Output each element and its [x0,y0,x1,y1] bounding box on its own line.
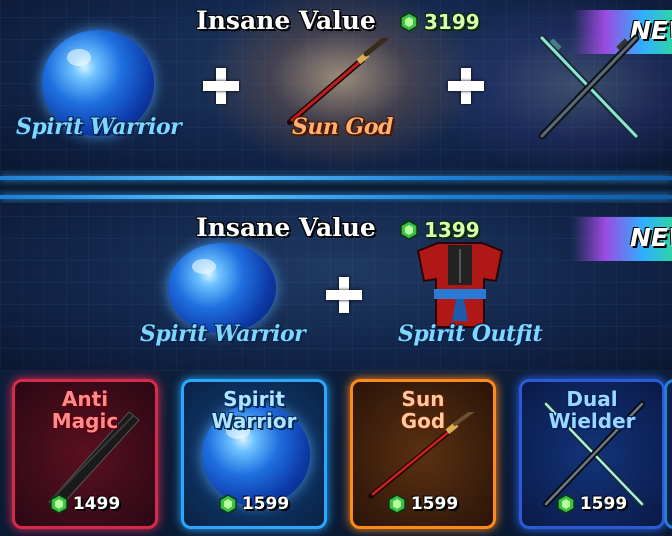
card-title: Anti Magic [15,388,155,432]
item-label-spirit-outfit: Spirit Outfit [398,321,543,347]
card-title-line: God [400,409,446,433]
card-title-line: Anti [61,387,109,411]
card-title-line: Magic [51,409,119,433]
card-title-line: Sun [401,387,445,411]
bundle-offer-2[interactable]: Insane Value 1399 NEW Spirit Warrior Spi… [0,203,672,371]
gem-icon [388,494,406,514]
card-title-line: Warrior [211,409,297,433]
item-label-spirit-warrior: Spirit Warrior [140,321,306,347]
gem-icon [400,220,418,240]
shop-card-spirit-warrior[interactable]: Spirit Warrior 1599 [181,379,327,529]
gem-icon [50,494,68,514]
gem-icon [219,494,237,514]
section-divider [0,172,672,203]
bundle-price: 3199 [400,10,480,34]
card-title: Sun God [353,388,493,432]
item-label-spirit-warrior: Spirit Warrior [16,114,182,140]
gem-icon [557,494,575,514]
divider-line [0,176,672,180]
crossed-swords-icon [538,34,640,140]
bundle-title: Insane Value [196,213,376,242]
shop-card-dual-wielder[interactable]: Dual Wielder 1599 [519,379,665,529]
card-price: 1599 [184,494,324,514]
gem-icon [400,12,418,32]
card-title-line: Dual [566,387,618,411]
card-price: 1499 [15,494,155,514]
shop-card-sun-god[interactable]: Sun God 1599 [350,379,496,529]
card-title: Dual Wielder [522,388,662,432]
new-badge: NEW [572,217,672,261]
bundle-title: Insane Value [196,6,376,35]
plus-icon [203,68,239,104]
card-title-line: Spirit [223,387,285,411]
divider-line [0,195,672,199]
card-price: 1599 [522,494,662,514]
item-label-sun-god: Sun God [292,114,393,140]
card-title: Spirit Warrior [184,388,324,432]
shop-card-partial[interactable] [664,379,672,529]
plus-icon [448,68,484,104]
shop-card-anti-magic[interactable]: Anti Magic 1499 [12,379,158,529]
card-price: 1599 [353,494,493,514]
plus-icon [326,277,362,313]
spirit-orb-icon [168,243,276,333]
red-outfit-icon [416,242,504,328]
bundle-offer-1[interactable]: Insane Value 3199 NEW Spirit Warrior Sun… [0,0,672,172]
card-title-line: Wielder [548,409,636,433]
bundle-price: 1399 [400,218,480,242]
